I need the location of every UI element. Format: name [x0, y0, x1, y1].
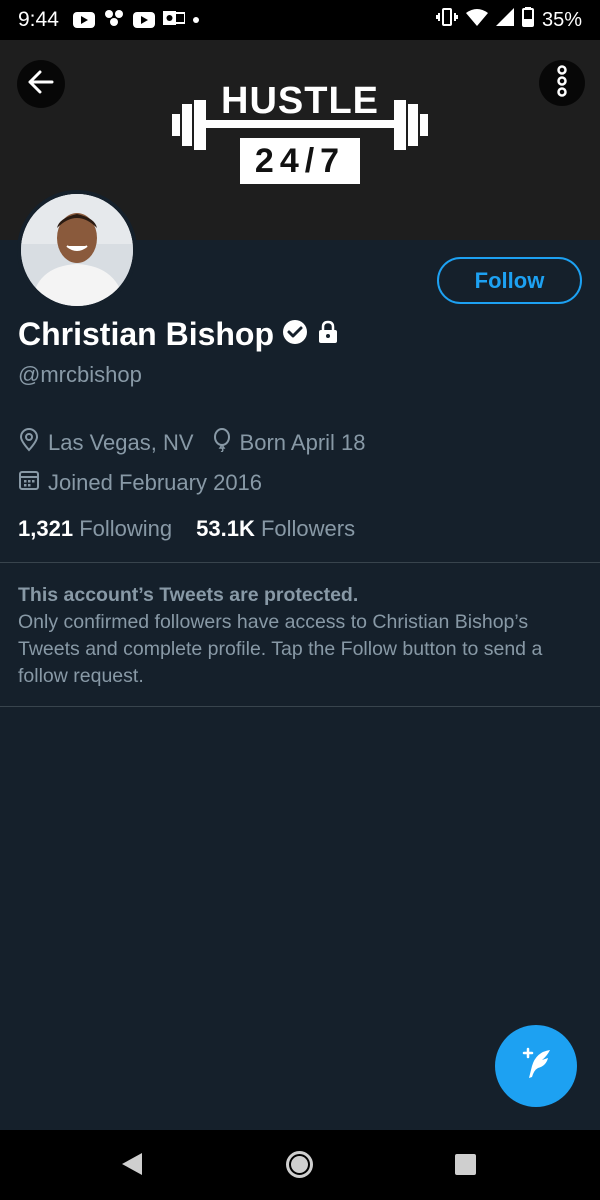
display-name: Christian Bishop — [18, 316, 275, 352]
protected-title: This account’s Tweets are protected. — [18, 584, 359, 606]
location-item: Las Vegas, NV — [18, 428, 194, 458]
compose-feather-icon — [516, 1044, 556, 1089]
followers-link[interactable]: 53.1K Followers — [196, 516, 355, 542]
following-label: Following — [79, 516, 173, 541]
dot-icon — [192, 17, 199, 23]
notification-icons — [72, 8, 199, 33]
avatar[interactable] — [17, 190, 137, 310]
nav-back-icon[interactable] — [121, 1152, 143, 1181]
back-button[interactable] — [17, 60, 65, 108]
wifi-icon — [465, 8, 488, 32]
following-link[interactable]: 1,321 Following — [18, 516, 172, 542]
following-count: 1,321 — [18, 516, 74, 541]
logo-subtitle: 24/7 — [240, 138, 360, 184]
joined-text: Joined February 2016 — [48, 470, 263, 495]
location-birthday-row: Las Vegas, NV Born April 18 — [18, 428, 384, 458]
vibrate-icon — [435, 7, 458, 33]
nav-home-icon[interactable] — [286, 1151, 313, 1178]
logo-title: HUSTLE — [221, 80, 379, 122]
battery-percent: 35% — [541, 8, 582, 31]
nav-recent-apps-icon[interactable] — [455, 1154, 476, 1175]
calendar-icon — [18, 469, 40, 497]
joined-row: Joined February 2016 — [18, 469, 280, 497]
protected-notice: This account’s Tweets are protected. Onl… — [18, 582, 584, 690]
verified-badge-icon — [282, 319, 308, 350]
handle: @mrcbishop — [18, 362, 142, 387]
divider — [0, 706, 600, 707]
followers-label: Followers — [260, 516, 356, 541]
compose-tweet-button[interactable] — [495, 1025, 577, 1107]
lock-icon — [316, 320, 340, 349]
nav-home-dot — [291, 1156, 308, 1173]
banner-logo: HUSTLE 24/7 — [172, 80, 428, 190]
back-arrow-icon — [28, 70, 54, 99]
location-pin-icon — [18, 428, 40, 458]
followers-count: 53.1K — [196, 516, 255, 541]
youtube-icon — [72, 12, 95, 28]
name-row: Christian Bishop — [18, 316, 340, 353]
protected-body: Only confirmed followers have access to … — [18, 611, 543, 687]
more-options-button[interactable] — [539, 60, 585, 106]
signal-icon — [495, 8, 514, 32]
youtube-icon — [132, 12, 155, 28]
status-time: 9:44 — [18, 8, 59, 31]
pinwheel-icon — [103, 8, 125, 33]
joined-item: Joined February 2016 — [18, 469, 262, 497]
battery-icon — [521, 7, 534, 33]
birthday-text: Born April 18 — [239, 430, 366, 455]
birthday-item: Born April 18 — [212, 428, 366, 458]
outlook-icon — [162, 9, 186, 32]
status-bar: 9:44 35% — [0, 0, 600, 40]
more-vertical-icon — [556, 64, 568, 102]
follow-button[interactable]: Follow — [437, 257, 582, 304]
location-text: Las Vegas, NV — [48, 430, 194, 455]
divider — [0, 562, 600, 563]
follow-counts: 1,321 Following 53.1K Followers — [18, 516, 355, 542]
system-icons: 35% — [435, 7, 582, 33]
balloon-icon — [212, 428, 232, 458]
